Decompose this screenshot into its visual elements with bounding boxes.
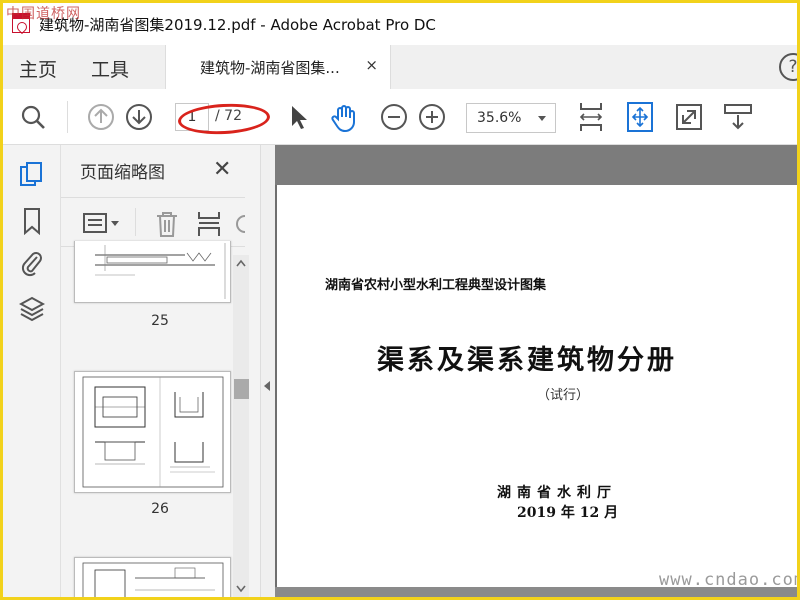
page-thumbnail-27[interactable] xyxy=(74,557,231,597)
page-thumbnail-25[interactable] xyxy=(74,241,231,303)
collapse-panel-button[interactable] xyxy=(261,145,275,597)
scrolling-mode-icon[interactable] xyxy=(627,102,653,132)
tab-home[interactable]: 主页 xyxy=(19,55,57,82)
help-icon[interactable]: ? xyxy=(779,53,797,81)
zoom-out-icon[interactable] xyxy=(380,103,408,131)
page-thumbnail-drawing xyxy=(82,562,224,597)
page-thumbnails-panel: 页面缩略图 ✕ 25 26 xyxy=(61,145,261,597)
title-bar: 建筑物-湖南省图集2019.12.pdf - Adobe Acrobat Pro… xyxy=(3,3,797,45)
window-title: 建筑物-湖南省图集2019.12.pdf - Adobe Acrobat Pro… xyxy=(39,16,436,34)
chevron-left-icon xyxy=(264,381,270,391)
close-panel-icon[interactable]: ✕ xyxy=(213,157,231,182)
panel-toolbar-divider xyxy=(135,208,136,236)
site-watermark-bottom: www.cndao.com xyxy=(659,570,800,590)
page-gap xyxy=(275,145,797,185)
panel-title: 页面缩略图 xyxy=(80,163,165,183)
close-tab-icon[interactable]: × xyxy=(365,56,378,74)
thumbnail-label: 25 xyxy=(151,313,169,329)
tab-tools[interactable]: 工具 xyxy=(91,55,129,82)
toolbar-divider xyxy=(67,101,68,133)
page-thumbnails-icon[interactable] xyxy=(19,161,45,189)
zoom-level-select[interactable]: 35.6% xyxy=(466,103,556,133)
page-thumbnail-26[interactable] xyxy=(74,371,231,493)
tab-row: 主页 工具 建筑物-湖南省图集... × ? xyxy=(3,45,797,89)
delete-page-icon[interactable] xyxy=(154,210,180,238)
previous-page-icon[interactable] xyxy=(87,103,115,131)
page-date: 2019 年 12 月 xyxy=(517,505,619,521)
layers-icon[interactable] xyxy=(19,295,45,323)
navigation-rail xyxy=(3,145,61,597)
page-title: 渠系及渠系建筑物分册 xyxy=(377,345,677,376)
zoom-in-icon[interactable] xyxy=(418,103,446,131)
tab-document[interactable]: 建筑物-湖南省图集... × xyxy=(165,45,391,89)
full-screen-icon[interactable] xyxy=(675,103,703,131)
insert-page-icon[interactable] xyxy=(196,210,222,238)
scroll-up-icon[interactable] xyxy=(236,259,246,267)
options-menu-icon[interactable] xyxy=(83,212,121,234)
rotate-page-icon[interactable] xyxy=(235,212,247,236)
read-mode-icon[interactable] xyxy=(723,103,753,131)
thumbnail-scrollbar[interactable] xyxy=(233,255,249,597)
scroll-down-icon[interactable] xyxy=(236,585,246,593)
page-trial-note: （试行） xyxy=(537,388,590,403)
page-organization: 湖南省水利厅 xyxy=(497,485,617,501)
page-thumbnail-drawing xyxy=(95,243,226,299)
acrobat-window: 建筑物-湖南省图集2019.12.pdf - Adobe Acrobat Pro… xyxy=(0,0,800,600)
scrollbar-thumb[interactable] xyxy=(234,379,249,399)
fit-page-icon[interactable] xyxy=(576,101,606,133)
panel-toolbar xyxy=(61,197,247,247)
hand-tool-icon[interactable] xyxy=(329,103,359,133)
site-watermark-top: 中国道桥网 xyxy=(6,6,81,22)
next-page-icon[interactable] xyxy=(125,103,153,131)
toolbar: 1 / 72 35.6% xyxy=(3,89,797,145)
page-subtitle: 湖南省农村小型水利工程典型设计图集 xyxy=(325,278,547,293)
chevron-down-icon xyxy=(538,116,546,121)
page-thumbnail-drawing xyxy=(82,376,224,488)
document-viewer[interactable]: 湖南省农村小型水利工程典型设计图集 渠系及渠系建筑物分册 （试行） 湖南省水利厅… xyxy=(275,145,797,597)
zoom-level-value: 35.6% xyxy=(477,110,522,126)
attachments-icon[interactable] xyxy=(19,249,45,277)
select-cursor-icon[interactable] xyxy=(284,103,312,131)
pdf-page: 湖南省农村小型水利工程典型设计图集 渠系及渠系建筑物分册 （试行） 湖南省水利厅… xyxy=(277,185,797,587)
bookmarks-icon[interactable] xyxy=(19,207,45,235)
thumbnail-label: 26 xyxy=(151,501,169,517)
tab-document-label: 建筑物-湖南省图集... xyxy=(200,59,340,77)
search-icon[interactable] xyxy=(19,103,47,131)
